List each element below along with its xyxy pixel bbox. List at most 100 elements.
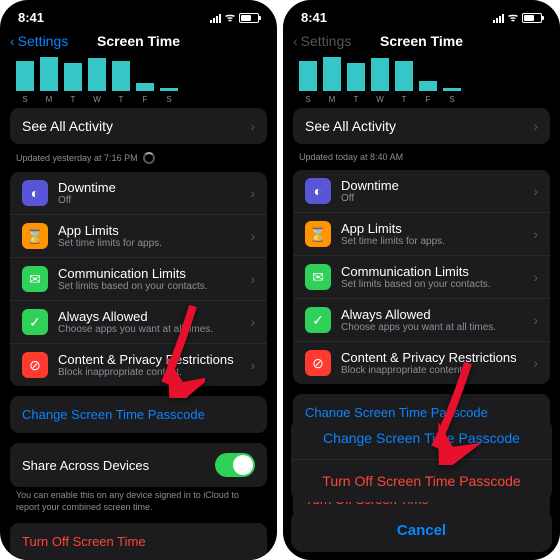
chevron-left-icon: ‹: [293, 33, 298, 49]
chevron-right-icon: ›: [533, 183, 538, 199]
row-subtitle: Set limits based on your contacts.: [58, 281, 240, 292]
row-subtitle: Set limits based on your contacts.: [341, 279, 523, 290]
row-title: App Limits: [58, 223, 240, 238]
chart-bar: [371, 58, 389, 91]
chart-day-labels: SMTWTFS: [10, 95, 267, 108]
sheet-change-passcode[interactable]: Change Screen Time Passcode: [291, 417, 552, 459]
clock: 8:41: [18, 10, 44, 25]
day-label: T: [395, 95, 413, 104]
chart-bar: [395, 61, 413, 91]
chevron-right-icon: ›: [533, 269, 538, 285]
setting-row[interactable]: ✓ Always AllowedChoose apps you want at a…: [10, 300, 267, 343]
row-title: Content & Privacy Restrictions: [341, 350, 523, 365]
back-button[interactable]: ‹Settings: [10, 33, 68, 49]
usage-chart[interactable]: [10, 57, 267, 95]
chevron-left-icon: ‹: [10, 33, 15, 49]
row-icon: ⌛: [22, 223, 48, 249]
chevron-right-icon: ›: [250, 314, 255, 330]
day-label: F: [419, 95, 437, 104]
updated-footer: Updated yesterday at 7:16 PM: [10, 152, 267, 172]
setting-row: ◐DowntimeOff›: [293, 170, 550, 212]
chart-bar: [347, 63, 365, 91]
usage-chart: [293, 57, 550, 95]
chart-bar: [419, 81, 437, 91]
setting-row[interactable]: ⌛ App LimitsSet time limits for apps. ›: [10, 214, 267, 257]
chart-bar: [112, 61, 130, 91]
see-all-activity-row[interactable]: See All Activity ›: [10, 108, 267, 144]
share-toggle[interactable]: [215, 453, 255, 477]
sheet-options: Change Screen Time Passcode Turn Off Scr…: [291, 417, 552, 502]
row-title: Communication Limits: [58, 266, 240, 281]
setting-row[interactable]: ⊘Content & Privacy RestrictionsBlock ina…: [10, 343, 267, 386]
chevron-right-icon: ›: [250, 118, 255, 134]
setting-row: ⌛ App LimitsSet time limits for apps. ›: [293, 212, 550, 255]
change-passcode-button[interactable]: Change Screen Time Passcode: [10, 396, 267, 433]
row-subtitle: Block inappropriate content.: [58, 367, 240, 378]
updated-footer: Updated today at 8:40 AM: [293, 152, 550, 170]
row-icon: ✓: [305, 307, 331, 333]
cellular-icon: [493, 13, 504, 23]
setting-row: ✓ Always AllowedChoose apps you want at a…: [293, 298, 550, 341]
setting-row: ⊘ Content & Privacy RestrictionsBlock ina…: [293, 341, 550, 384]
row-subtitle: Choose apps you want at all times.: [58, 324, 240, 335]
row-subtitle: Block inappropriate content.: [341, 365, 523, 376]
row-icon: ✉: [305, 264, 331, 290]
setting-row[interactable]: ◐DowntimeOff›: [10, 172, 267, 214]
chart-bar: [136, 83, 154, 91]
chevron-right-icon: ›: [533, 226, 538, 242]
wifi-icon: ᯤ: [508, 10, 518, 25]
day-label: T: [64, 95, 82, 104]
chart-bar: [88, 58, 106, 91]
nav-bar: ‹Settings Screen Time: [283, 29, 560, 57]
row-icon: ⊘: [305, 350, 331, 376]
day-label: S: [443, 95, 461, 104]
settings-group: ◐DowntimeOff›⌛App LimitsSet time limits …: [10, 172, 267, 386]
spinner-icon: [143, 152, 155, 164]
row-title: Always Allowed: [341, 307, 523, 322]
row-icon: ✓: [22, 309, 48, 335]
day-label: T: [112, 95, 130, 104]
day-label: M: [323, 95, 341, 104]
row-title: App Limits: [341, 221, 523, 236]
day-label: F: [136, 95, 154, 104]
row-icon: ✉: [22, 266, 48, 292]
row-title: Downtime: [58, 180, 240, 195]
nav-bar: ‹Settings Screen Time: [0, 29, 277, 57]
row-subtitle: Set time limits for apps.: [341, 236, 523, 247]
day-label: W: [88, 95, 106, 104]
day-label: T: [347, 95, 365, 104]
chart-bar: [160, 88, 178, 91]
row-title: Communication Limits: [341, 264, 523, 279]
status-bar: 8:41 ᯤ: [283, 0, 560, 29]
chevron-right-icon: ›: [250, 228, 255, 244]
chevron-right-icon: ›: [250, 357, 255, 373]
row-title: Always Allowed: [58, 309, 240, 324]
chart-bar: [40, 57, 58, 91]
share-devices-row[interactable]: Share Across Devices: [10, 443, 267, 487]
row-subtitle: Off: [58, 195, 240, 206]
row-subtitle: Set time limits for apps.: [58, 238, 240, 249]
row-title: Content & Privacy Restrictions: [58, 352, 240, 367]
row-title: Downtime: [341, 178, 523, 193]
row-icon: ⌛: [305, 221, 331, 247]
share-footer: You can enable this on any device signed…: [10, 490, 267, 523]
battery-icon: [239, 13, 259, 23]
content-scroll[interactable]: SMTWTFS See All Activity › Updated yeste…: [0, 57, 277, 560]
status-right: ᯤ: [493, 10, 542, 25]
wifi-icon: ᯤ: [225, 10, 235, 25]
sheet-turn-off-passcode[interactable]: Turn Off Screen Time Passcode: [291, 459, 552, 502]
chart-bar: [323, 57, 341, 91]
row-subtitle: Choose apps you want at all times.: [341, 322, 523, 333]
chart-bar: [443, 88, 461, 91]
chart-bar: [16, 61, 34, 91]
day-label: S: [160, 95, 178, 104]
setting-row[interactable]: ✉ Communication LimitsSet limits based on…: [10, 257, 267, 300]
chevron-right-icon: ›: [250, 185, 255, 201]
action-sheet: Change Screen Time Passcode Turn Off Scr…: [283, 409, 560, 560]
phone-left: 8:41 ᯤ ‹Settings Screen Time SMTWTFS See…: [0, 0, 277, 560]
chevron-right-icon: ›: [533, 118, 538, 134]
status-right: ᯤ: [210, 10, 259, 25]
back-button: ‹Settings: [293, 33, 351, 49]
sheet-cancel[interactable]: Cancel: [291, 509, 552, 552]
turn-off-button[interactable]: Turn Off Screen Time: [10, 523, 267, 560]
